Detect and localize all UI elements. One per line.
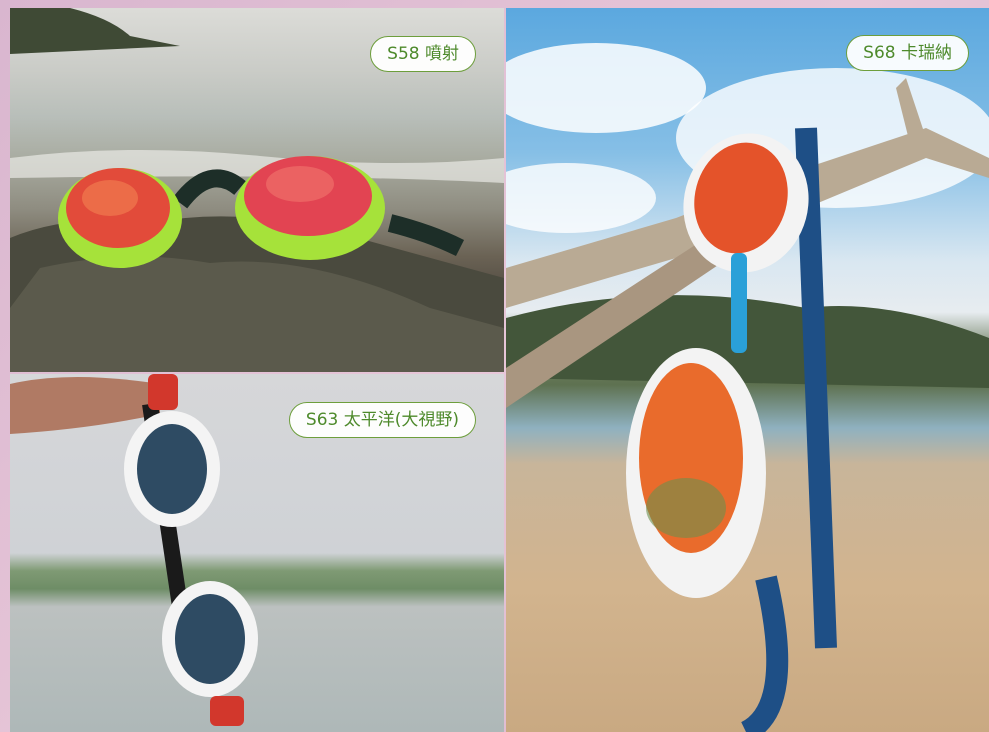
product-label-s68: S68 卡瑞納 <box>846 35 969 71</box>
photo-s58-goggles: S58 噴射 <box>10 8 504 372</box>
product-label-s58: S58 噴射 <box>370 36 476 72</box>
photo-s68-goggles: S68 卡瑞納 <box>506 8 989 732</box>
s68-goggles-image <box>506 43 989 732</box>
product-label-s63: S63 太平洋(大視野) <box>288 402 476 438</box>
photo-s63-goggles: S63 太平洋(大視野) <box>10 374 504 732</box>
